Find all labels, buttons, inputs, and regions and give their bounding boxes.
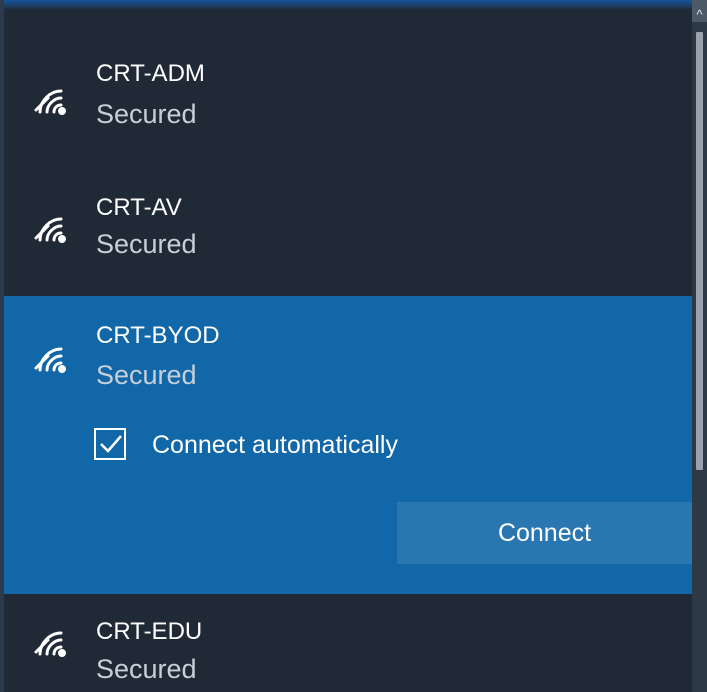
network-item-crt-edu[interactable]: CRT-EDU Secured	[4, 594, 692, 692]
network-name: CRT-AV	[96, 194, 182, 221]
network-name: CRT-EDU	[96, 618, 203, 645]
connect-automatically-checkbox[interactable]	[94, 428, 126, 460]
vertical-scrollbar[interactable]: ^	[692, 0, 707, 692]
network-status: Secured	[96, 99, 197, 129]
network-name: CRT-ADM	[96, 60, 205, 87]
network-status: Secured	[96, 654, 197, 684]
connect-automatically-label: Connect automatically	[152, 431, 398, 459]
network-item-crt-adm[interactable]: CRT-ADM Secured	[4, 22, 692, 156]
network-item-crt-av[interactable]: CRT-AV Secured	[4, 156, 692, 296]
chevron-up-icon[interactable]: ^	[693, 8, 706, 21]
wifi-signal-icon	[32, 616, 76, 660]
network-status: Secured	[96, 229, 197, 259]
network-name: CRT-BYOD	[96, 322, 220, 349]
wifi-signal-icon	[32, 202, 76, 246]
scrollbar-track[interactable]	[692, 22, 707, 692]
wifi-signal-icon	[32, 332, 76, 376]
wifi-network-flyout: CRT-ADM Secured CRT-AV Secured CRT-BYOD …	[0, 0, 707, 692]
scrollbar-thumb[interactable]	[696, 32, 703, 470]
checkmark-icon	[100, 435, 122, 453]
wifi-signal-icon	[32, 74, 76, 118]
network-item-crt-byod-selected[interactable]: CRT-BYOD Secured Connect automatically C…	[4, 296, 692, 594]
network-status: Secured	[96, 360, 197, 390]
top-accent-line	[0, 0, 707, 10]
connect-button[interactable]: Connect	[397, 502, 692, 564]
connect-automatically-option[interactable]: Connect automatically	[94, 426, 514, 466]
